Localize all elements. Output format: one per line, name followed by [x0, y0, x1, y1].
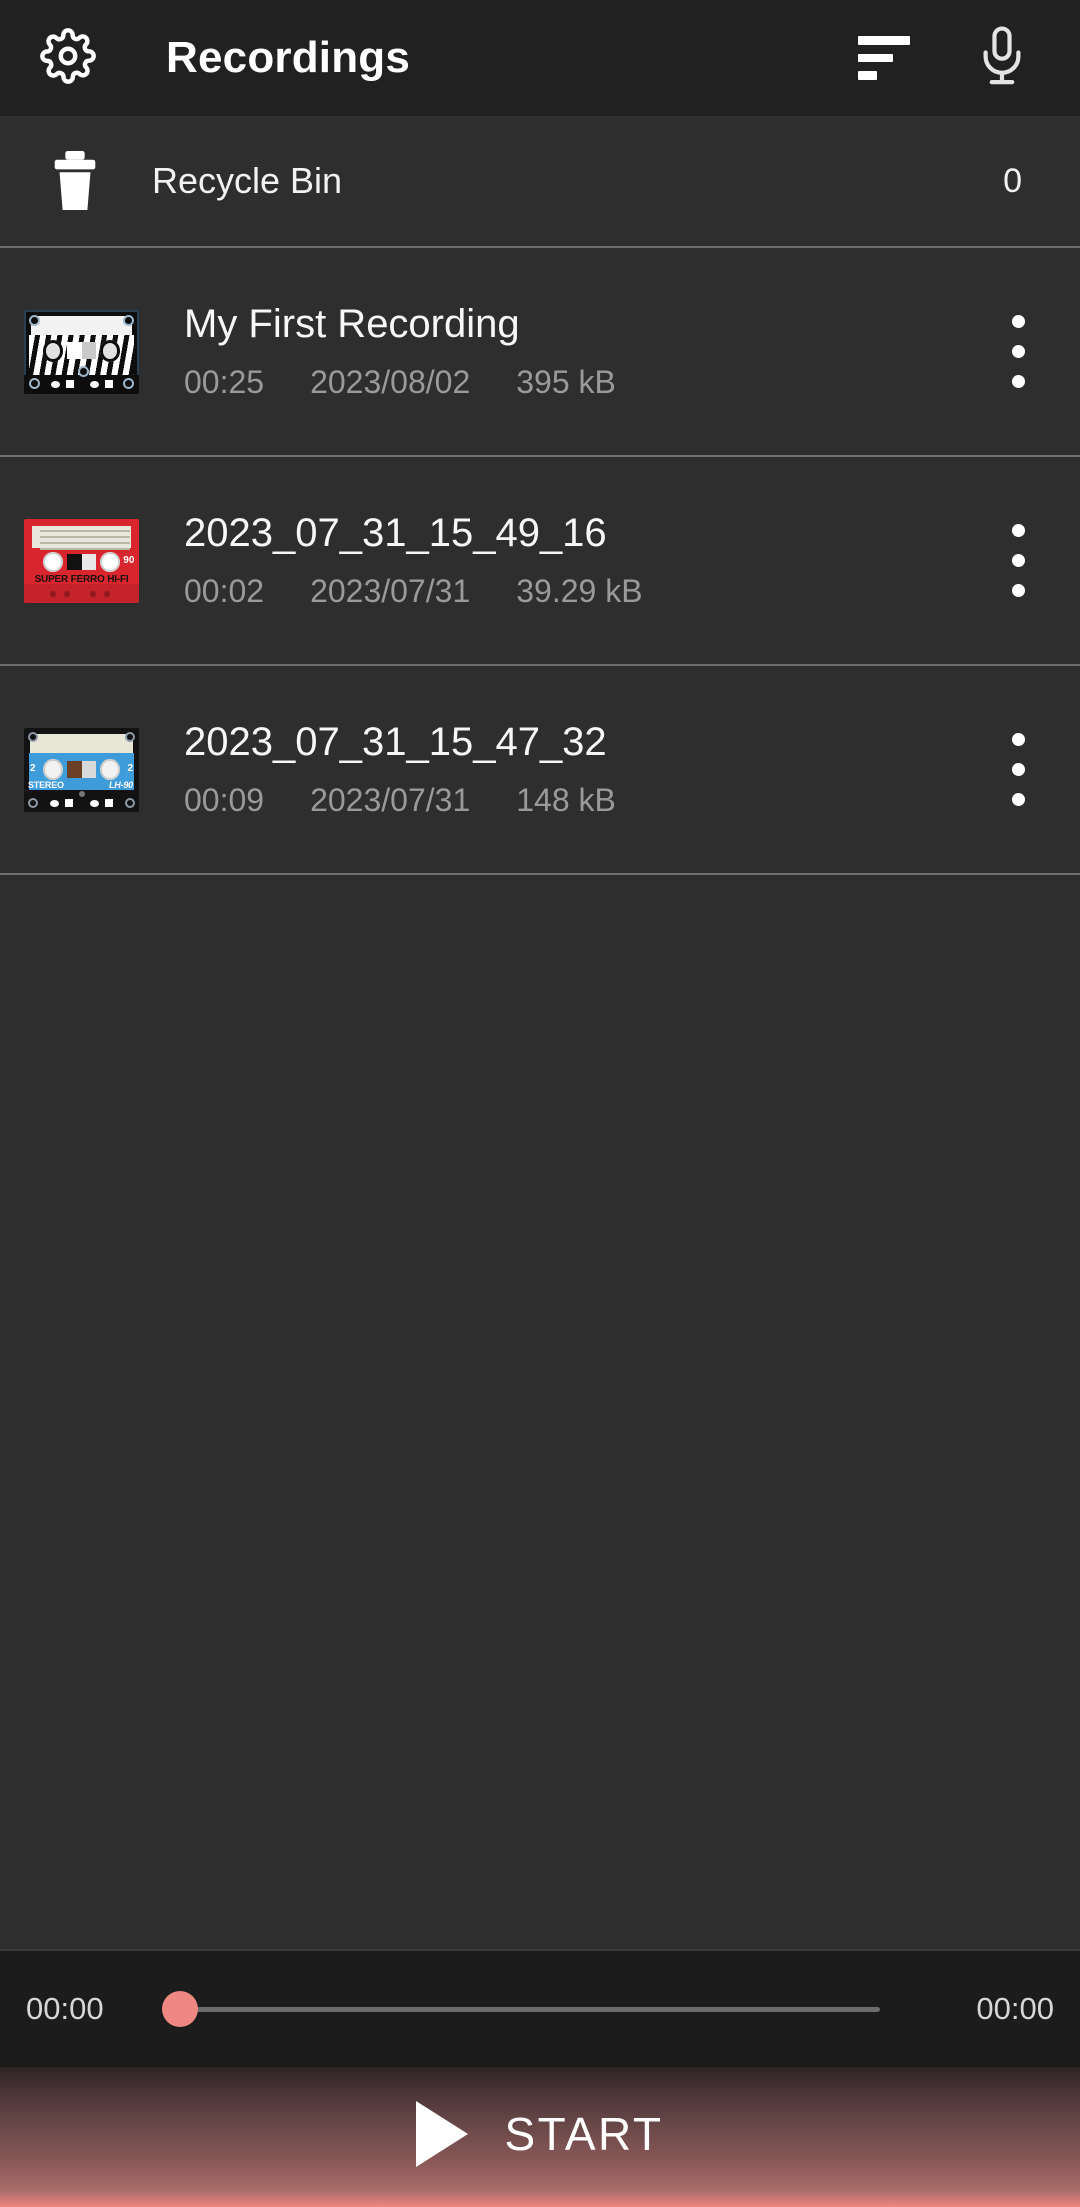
cassette-side-label: 2 — [30, 762, 36, 774]
kebab-menu-icon — [1011, 315, 1025, 328]
record-button[interactable] — [964, 20, 1040, 96]
total-time: 00:00 — [976, 1991, 1054, 2026]
recordings-list: Recycle Bin 0 My First Recording 00:25 2… — [0, 116, 1080, 1949]
recording-duration: 00:25 — [184, 364, 265, 401]
recording-size: 39.29 kB — [516, 573, 643, 610]
recycle-bin-count: 0 — [1003, 161, 1022, 200]
recording-meta: 00:02 2023/07/31 39.29 kB — [184, 573, 978, 610]
start-button-label: START — [504, 2108, 664, 2160]
recording-size: 395 kB — [516, 364, 616, 401]
microphone-icon — [975, 25, 1029, 92]
play-icon — [416, 2101, 469, 2167]
recording-menu-button[interactable] — [978, 715, 1058, 825]
player-bar: 00:00 00:00 — [0, 1949, 1080, 2067]
cassette-thumbnail: 2 2 STEREO LH-90 — [24, 727, 139, 812]
kebab-menu-icon — [1011, 733, 1025, 746]
recording-duration: 00:02 — [184, 573, 265, 610]
recording-menu-button[interactable] — [978, 297, 1058, 407]
sort-icon — [858, 36, 910, 81]
recording-row[interactable]: My First Recording 00:25 2023/08/02 395 … — [0, 248, 1080, 455]
recording-meta: 00:25 2023/08/02 395 kB — [184, 364, 978, 401]
recording-size: 148 kB — [516, 782, 616, 819]
cassette-brand-label: STEREO — [28, 780, 64, 791]
recording-info: 2023_07_31_15_47_32 00:09 2023/07/31 148… — [184, 720, 978, 820]
recording-row[interactable]: 90 SUPER FERRO HI-FI 2023_07_31_15_49_16… — [0, 457, 1080, 664]
recording-info: 2023_07_31_15_49_16 00:02 2023/07/31 39.… — [184, 511, 978, 611]
start-button[interactable]: START — [0, 2067, 1080, 2207]
list-divider — [0, 873, 1080, 875]
recording-meta: 00:09 2023/07/31 148 kB — [184, 782, 978, 819]
recording-duration: 00:09 — [184, 782, 265, 819]
kebab-menu-icon — [1011, 524, 1025, 537]
seek-thumb[interactable] — [162, 1991, 198, 2027]
app-bar: Recordings — [0, 0, 1080, 116]
settings-button[interactable] — [30, 20, 106, 96]
recording-title: 2023_07_31_15_47_32 — [184, 719, 607, 764]
recycle-bin-label: Recycle Bin — [152, 160, 343, 201]
recording-date: 2023/07/31 — [310, 573, 471, 610]
seek-track[interactable] — [162, 2006, 880, 2012]
elapsed-time: 00:00 — [26, 1991, 104, 2026]
recording-date: 2023/07/31 — [310, 782, 471, 819]
recording-title: 2023_07_31_15_49_16 — [184, 510, 607, 555]
cassette-thumbnail — [24, 309, 139, 394]
gear-icon — [40, 27, 96, 89]
recycle-bin-row[interactable]: Recycle Bin 0 — [0, 116, 1080, 246]
recording-date: 2023/08/02 — [310, 364, 471, 401]
cassette-side-label: 2 — [127, 762, 133, 774]
recording-row[interactable]: 2 2 STEREO LH-90 2023_07_31_15_47_32 00:… — [0, 666, 1080, 873]
cassette-length-label: 90 — [123, 555, 135, 567]
appbar-actions — [846, 20, 1040, 96]
recording-title: My First Recording — [184, 301, 520, 346]
recording-info: My First Recording 00:25 2023/08/02 395 … — [184, 302, 978, 402]
recording-menu-button[interactable] — [978, 506, 1058, 616]
sort-button[interactable] — [846, 20, 922, 96]
cassette-thumbnail: 90 SUPER FERRO HI-FI — [24, 518, 139, 603]
start-button-content: START — [416, 2101, 663, 2167]
trash-icon — [40, 146, 110, 216]
seek-slider[interactable] — [162, 1989, 918, 2029]
page-title: Recordings — [166, 33, 411, 82]
cassette-type-label: LH-90 — [108, 780, 133, 791]
